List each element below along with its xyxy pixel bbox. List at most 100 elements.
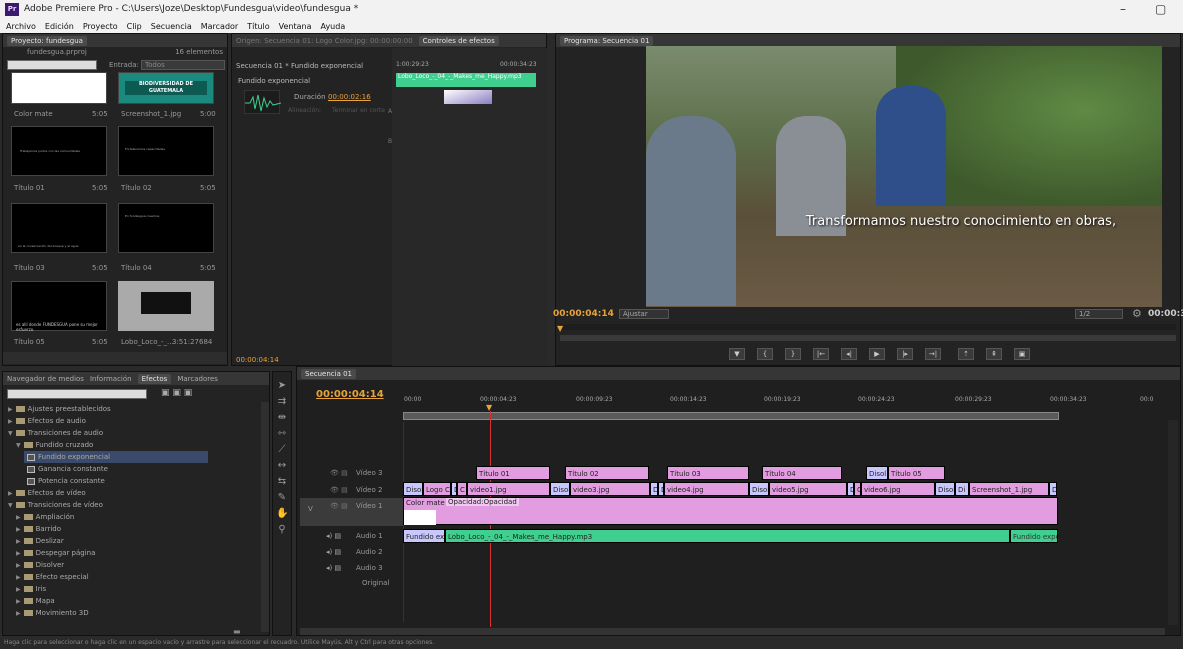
effects-tree-item[interactable]: ▼ Transiciones de audio — [8, 427, 103, 439]
clip-titulo-02[interactable]: Título 02 — [565, 466, 649, 480]
expand-icon[interactable]: ▶ — [16, 550, 21, 557]
track-original[interactable]: Original — [362, 579, 389, 587]
hand-tool-icon[interactable]: ✋ — [276, 508, 288, 520]
tab-program[interactable]: Programa: Secuencia 01 — [560, 35, 654, 46]
clip-titulo-04[interactable]: Título 04 — [762, 466, 842, 480]
effects-tree-item[interactable]: Fundido exponencial — [24, 451, 208, 463]
add-marker-button[interactable]: ▼ — [729, 348, 745, 360]
step-forward-button[interactable]: |▸ — [897, 348, 913, 360]
thumb-screenshot[interactable]: BIODIVERSIDAD DE GUATEMALA — [118, 72, 214, 104]
new-folder-icon[interactable]: ▬ — [233, 627, 241, 636]
menu-proyecto[interactable]: Proyecto — [83, 22, 118, 31]
expand-icon[interactable]: ▶ — [16, 562, 21, 569]
thumb-lobo-loco-audio[interactable] — [118, 281, 214, 331]
speaker-icon[interactable]: ◂) ▤ — [326, 548, 341, 556]
minimize-button[interactable]: – — [1120, 2, 1126, 16]
menu-clip[interactable]: Clip — [127, 22, 142, 31]
clip-audio-lobo-loco[interactable]: Lobo_Loco_-_04_-_Makes_me_Happy.mp3 — [445, 529, 1010, 543]
program-time-ruler[interactable] — [560, 324, 1176, 330]
track-toggle-icon[interactable]: 👁 ▤ — [330, 469, 348, 477]
clip-video2[interactable]: video6.jpg — [861, 482, 935, 496]
thumb-titulo-04[interactable]: En fundesgua creemos — [118, 203, 214, 253]
track-video-1[interactable]: Vídeo 1 — [356, 502, 382, 510]
target-track-indicator[interactable]: V — [308, 505, 313, 513]
clip-video2[interactable]: video4.jpg — [664, 482, 749, 496]
timeline-hscrollbar[interactable] — [300, 628, 1165, 635]
mark-in-button[interactable]: { — [757, 348, 773, 360]
fit-select[interactable]: Ajustar — [619, 309, 669, 319]
program-timecode[interactable]: 00:00:04:14 — [553, 309, 614, 319]
ripple-edit-tool-icon[interactable]: ⇹ — [276, 412, 288, 424]
track-select-tool-icon[interactable]: ⇉ — [276, 396, 288, 408]
clip-titulo-05[interactable]: Título 05 — [888, 466, 945, 480]
clip-fade-out[interactable]: Fundido expon — [1010, 529, 1058, 543]
thumb-titulo-01[interactable]: Trabajamos juntos con las comunidades — [11, 126, 107, 176]
expand-icon[interactable]: ▶ — [8, 418, 13, 425]
tab-media-browser[interactable]: Navegador de medios — [7, 375, 84, 383]
menu-marcador[interactable]: Marcador — [201, 22, 238, 31]
expand-icon[interactable]: ▶ — [8, 490, 13, 497]
rolling-edit-tool-icon[interactable]: ⇿ — [276, 428, 288, 440]
effects-tree-item[interactable]: ▶ Efectos de vídeo — [8, 487, 86, 499]
effects-tree-item[interactable]: ▶ Deslizar — [16, 535, 64, 547]
track-audio-1[interactable]: Audio 1 — [356, 532, 383, 540]
expand-icon[interactable]: ▼ — [16, 442, 21, 449]
clip-transition[interactable]: Di — [955, 482, 969, 496]
zoom-tool-icon[interactable]: ⚲ — [276, 524, 288, 536]
extract-button[interactable]: ⇞ — [986, 348, 1002, 360]
effects-scrollbar[interactable] — [261, 402, 269, 632]
clip-transition[interactable]: D — [1049, 482, 1057, 496]
thumb-color-mate[interactable] — [11, 72, 107, 104]
clip-transition[interactable]: Disol — [749, 482, 769, 496]
wrench-icon[interactable]: ⚙ — [1132, 307, 1142, 320]
ec-audio-clip[interactable]: Lobo_Loco_-_04_-_Makes_me_Happy.mp3 — [396, 73, 536, 87]
clip-transition[interactable]: Disol — [935, 482, 955, 496]
effects-tree-item[interactable]: ▶ Ampliación — [16, 511, 74, 523]
clip-transition[interactable]: D — [650, 482, 658, 496]
speaker-icon[interactable]: ◂) ▤ — [326, 532, 341, 540]
tab-information[interactable]: Información — [90, 375, 132, 383]
expand-icon[interactable]: ▶ — [16, 574, 21, 581]
search-input[interactable] — [7, 60, 97, 70]
tab-project[interactable]: Proyecto: fundesgua — [7, 35, 87, 46]
track-audio-2[interactable]: Audio 2 — [356, 548, 383, 556]
menu-titulo[interactable]: Título — [247, 22, 269, 31]
expand-icon[interactable]: ▶ — [16, 610, 21, 617]
go-to-in-button[interactable]: |← — [813, 348, 829, 360]
menu-ventana[interactable]: Ventana — [279, 22, 312, 31]
program-scrollbar[interactable] — [560, 335, 1176, 341]
selection-tool-icon[interactable]: ➤ — [276, 380, 288, 392]
menu-edicion[interactable]: Edición — [45, 22, 74, 31]
effects-tree-item[interactable]: ▶ Despegar página — [16, 547, 95, 559]
expand-icon[interactable]: ▶ — [16, 514, 21, 521]
tab-markers[interactable]: Marcadores — [177, 375, 218, 383]
expand-icon[interactable]: ▶ — [16, 586, 21, 593]
clip-video2[interactable]: video3.jpg — [570, 482, 650, 496]
timeline-vscrollbar[interactable] — [1168, 420, 1178, 625]
effects-tree-item[interactable]: ▶ Movimiento 3D — [16, 607, 89, 619]
entrada-select[interactable]: Todos — [141, 60, 225, 70]
effects-search-input[interactable] — [7, 389, 147, 399]
clip-titulo-03[interactable]: Título 03 — [667, 466, 749, 480]
video1-header[interactable] — [300, 498, 403, 526]
track-toggle-icon[interactable]: 👁 ▤ — [330, 502, 348, 510]
clip-titulo-01[interactable]: Título 01 — [476, 466, 550, 480]
effects-tree-item[interactable]: ▼ Transiciones de vídeo — [8, 499, 103, 511]
menu-ayuda[interactable]: Ayuda — [321, 22, 346, 31]
effects-tree-item[interactable]: ▶ Ajustes preestablecidos — [8, 403, 111, 415]
expand-icon[interactable]: ▶ — [16, 538, 21, 545]
menu-secuencia[interactable]: Secuencia — [151, 22, 192, 31]
tab-effects[interactable]: Efectos — [137, 373, 172, 384]
speaker-icon[interactable]: ◂) ▤ — [326, 564, 341, 572]
tab-source[interactable]: Origen: Secuencia 01: Logo Color.jpg: 00… — [236, 37, 413, 45]
alignment-select[interactable]: Terminar en corte — [332, 107, 385, 114]
expand-icon[interactable]: ▼ — [8, 502, 13, 509]
expand-icon[interactable]: ▼ — [8, 430, 13, 437]
opacity-dropdown[interactable]: Opacidad:Opacidad — [446, 498, 519, 506]
effects-tree-item[interactable]: Potencia constante — [24, 475, 105, 487]
clip-video2[interactable]: Screenshot_1.jpg — [969, 482, 1049, 496]
timeline-timecode[interactable]: 00:00:04:14 — [316, 389, 384, 400]
slip-tool-icon[interactable]: ↔ — [276, 460, 288, 472]
effects-tree-item[interactable]: ▶ Mapa — [16, 595, 55, 607]
clip-fade-in[interactable]: Fundido exp — [403, 529, 445, 543]
